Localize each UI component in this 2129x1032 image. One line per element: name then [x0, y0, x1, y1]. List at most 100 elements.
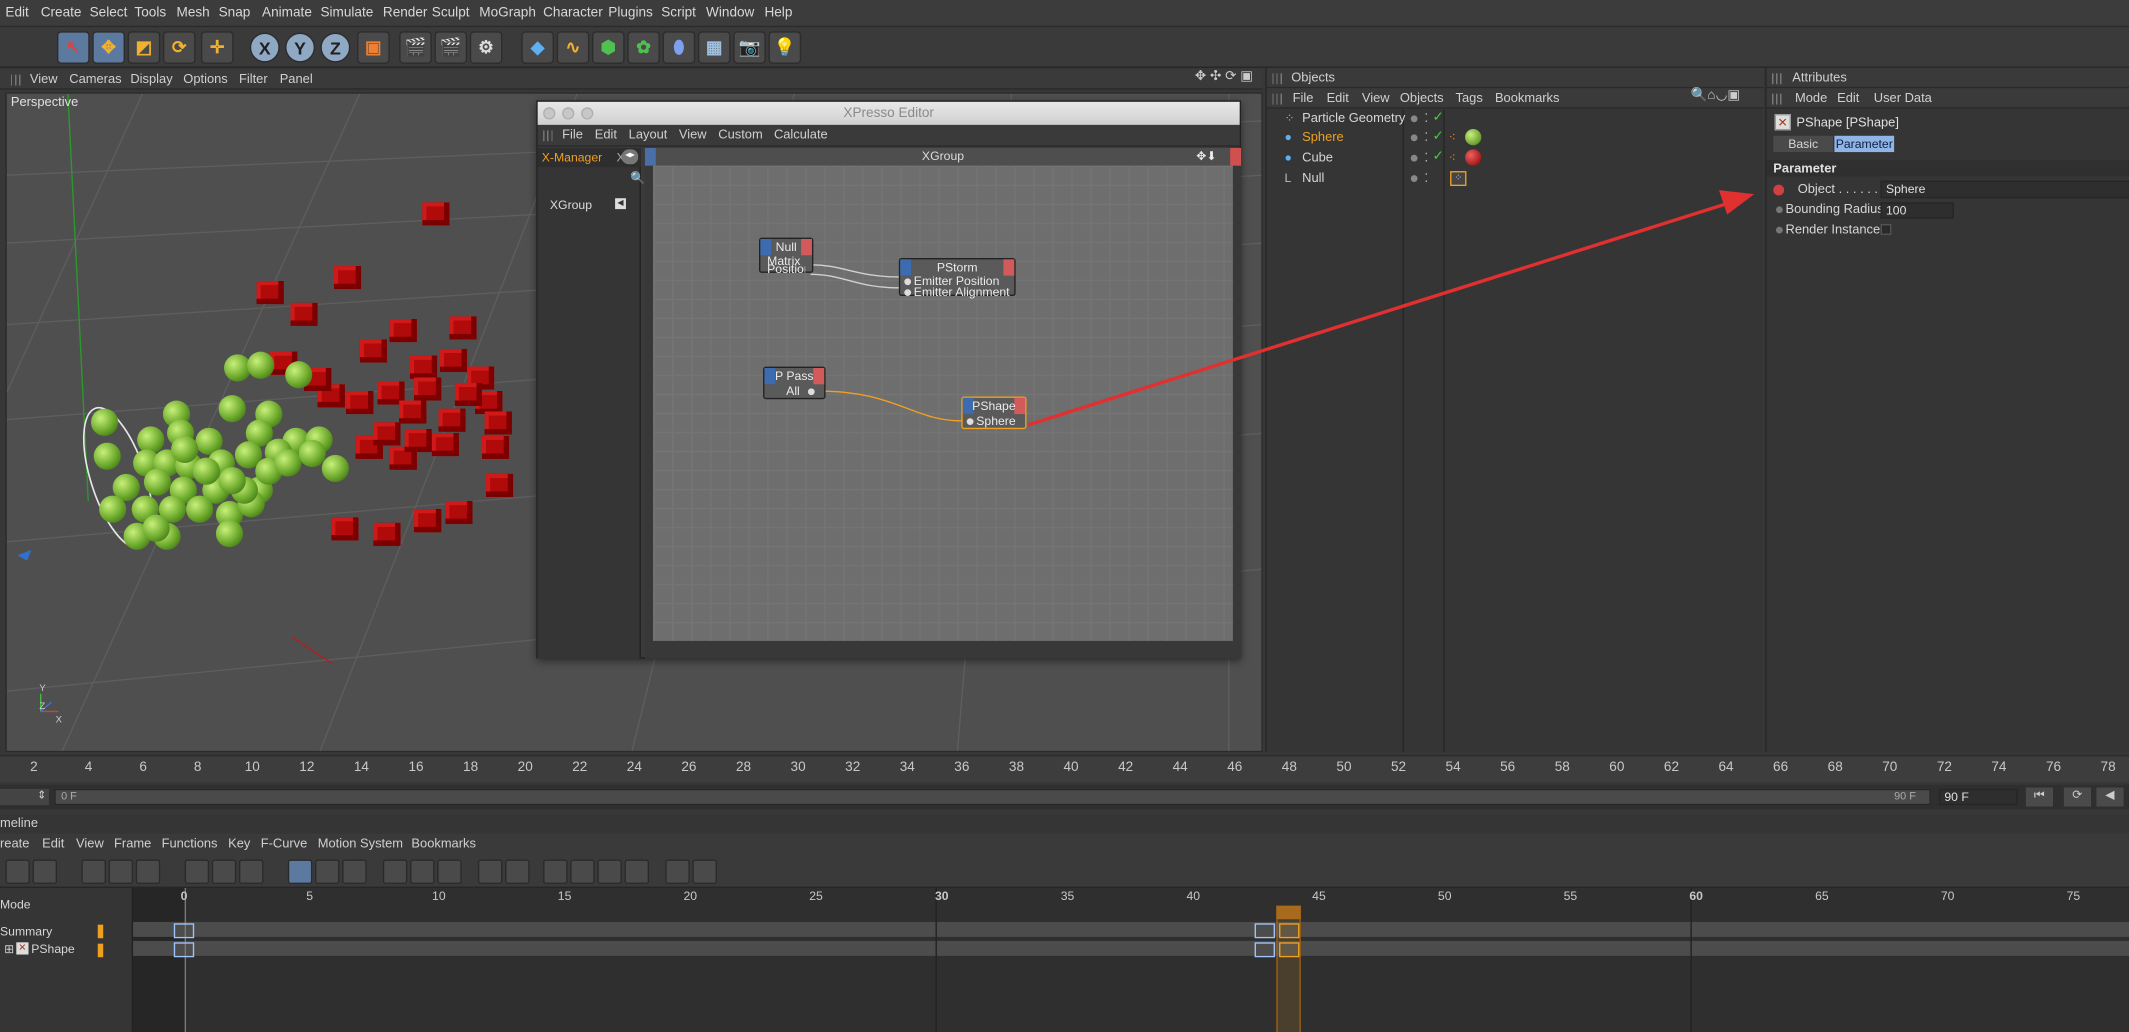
ruler-tick-label: 70: [1882, 760, 1898, 776]
ruler-tick-label: 40: [1063, 760, 1079, 776]
zero-length-icon[interactable]: [477, 859, 503, 884]
ruler-tick-label: 14: [353, 760, 369, 776]
keyframe-summary-start[interactable]: [173, 923, 195, 939]
pshape-solo-marker[interactable]: [97, 943, 104, 958]
expand-icon[interactable]: ⊞: [4, 942, 14, 957]
ruler-tick-label: 34: [899, 760, 915, 776]
ruler-tick-label: 60: [1609, 760, 1625, 776]
ruler-tick-label: 20: [517, 760, 533, 776]
ruler-tick-label: 24: [626, 760, 642, 776]
link-view-icon[interactable]: [135, 859, 161, 884]
linear-interp-icon[interactable]: [315, 859, 340, 884]
motion-mode-icon[interactable]: [81, 859, 106, 884]
timeline-tick-label: 50: [1437, 889, 1452, 903]
lock-tangent-icon[interactable]: [597, 859, 622, 884]
keyframe-summary-current[interactable]: [1279, 923, 1300, 939]
ruler-tick-label: 16: [408, 760, 424, 776]
record-key-icon[interactable]: [184, 859, 210, 884]
timeline-tick-label: 60: [1689, 889, 1703, 903]
timeline-menu-view[interactable]: View: [76, 836, 104, 851]
timeline-area[interactable]: Mode Summary ⊞ ✕ PShape 0 5 10 15 20 25 30 35 40…: [0, 888, 2129, 1032]
add-key-icon[interactable]: [211, 859, 237, 884]
key-mode-icon[interactable]: [5, 859, 30, 884]
keyframe-summary-mid[interactable]: [1254, 923, 1275, 939]
ruler-tick-label: 46: [1227, 760, 1243, 776]
lock-value-icon[interactable]: [570, 859, 595, 884]
timeline-row-summary[interactable]: Summary: [0, 925, 52, 939]
lock-time-icon[interactable]: [543, 859, 568, 884]
timeline-tick-label: 25: [809, 889, 823, 903]
ruler-tick-label: 48: [1281, 760, 1297, 776]
ruler-tick-label: 72: [1936, 760, 1952, 776]
ruler-tick-label: 22: [572, 760, 588, 776]
time-slider-bar: ⇕ 0 F 90 F 90 F ⏮ ⟳ ◀: [0, 784, 2129, 810]
go-to-start-icon[interactable]: ⏮: [2025, 787, 2053, 807]
keyframe-pshape-mid[interactable]: [1254, 942, 1275, 958]
delete-key-icon[interactable]: [238, 859, 264, 884]
loop-icon[interactable]: ⟳: [2063, 787, 2092, 807]
timeline-tick-label: 70: [1940, 889, 1955, 903]
spline-interp-icon[interactable]: [287, 859, 313, 884]
timeline-tick-label: 10: [432, 889, 446, 903]
ruler-tick-label: 74: [1991, 760, 2007, 776]
curve-view-icon[interactable]: [108, 859, 134, 884]
step-interp-icon[interactable]: [342, 859, 367, 884]
range-end-label: 90 F: [1894, 790, 1916, 803]
end-frame-input[interactable]: 90 F: [1938, 788, 2018, 806]
timeline-tick-label: 65: [1815, 889, 1829, 903]
ruler-tick-label: 2: [30, 760, 38, 776]
lock-length-icon[interactable]: [624, 859, 650, 884]
ruler-tick-label: 28: [735, 760, 752, 776]
timeline-tick-label: 40: [1186, 889, 1201, 903]
solo-track-icon[interactable]: [692, 859, 717, 884]
ruler-tick-label: 18: [463, 760, 479, 776]
timeline-title-bar: meline: [0, 814, 2129, 834]
ruler-tick-label: 68: [1827, 760, 1843, 776]
ruler-tick-label: 52: [1390, 760, 1407, 776]
timeline-tick-label: 5: [306, 889, 314, 903]
timeline-tick-label: 15: [557, 889, 572, 903]
ruler-tick-label: 4: [84, 760, 93, 776]
timeline-menu-key[interactable]: Key: [228, 836, 250, 851]
timeline-menu-f-curve[interactable]: F-Curve: [261, 836, 308, 851]
timeline-tick-label: 75: [2066, 889, 2081, 903]
ruler-tick-label: 62: [1663, 760, 1680, 776]
current-frame-stepper[interactable]: ⇕: [0, 788, 49, 806]
timeline-row-pshape[interactable]: PShape: [31, 942, 74, 956]
timeline-tick-label: 30: [934, 889, 949, 903]
mute-track-icon[interactable]: [665, 859, 690, 884]
timeline-tree: Mode Summary ⊞ ✕ PShape: [0, 888, 134, 1032]
keyframe-pshape-start[interactable]: [173, 942, 195, 958]
timeline-menu: reate Edit View Frame Functions Key F-Curve Mot…: [0, 833, 2129, 856]
ruler-tick-label: 26: [681, 760, 697, 776]
ruler-tick-label: 10: [244, 760, 260, 776]
ruler-tick-label: 8: [193, 760, 202, 776]
timeline-title: meline: [0, 816, 39, 831]
ease-both-icon[interactable]: [437, 859, 462, 884]
keyframe-pshape-current[interactable]: [1279, 942, 1300, 958]
timeline-menu-reate[interactable]: reate: [0, 836, 29, 851]
timeline-tick-label: 45: [1312, 889, 1326, 903]
ruler-tick-label: 50: [1336, 760, 1352, 776]
timeline-tick-label: 55: [1563, 889, 1578, 903]
summary-solo-marker[interactable]: [97, 924, 104, 939]
ruler-tick-label: 44: [1172, 760, 1188, 776]
preview-range-slider[interactable]: 0 F 90 F: [54, 788, 1931, 806]
timeline-menu-frame[interactable]: Frame: [114, 836, 151, 851]
step-back-icon[interactable]: ◀: [2096, 787, 2124, 807]
frame-ruler[interactable]: 2 4 6 8 10 12 14 16 18 20 22 24 26 28 30 32 34 36 38 40 42 44…: [0, 754, 2129, 783]
timeline-menu-motion-system[interactable]: Motion System: [318, 836, 403, 851]
ruler-tick-label: 56: [1500, 760, 1516, 776]
fcurve-mode-icon[interactable]: [32, 859, 58, 884]
timeline-tick-label: 0: [180, 889, 188, 903]
timeline-menu-edit[interactable]: Edit: [42, 836, 64, 851]
timeline-toolbar: [0, 855, 2129, 889]
ease-out-icon[interactable]: [410, 859, 435, 884]
timeline-menu-functions[interactable]: Functions: [162, 836, 218, 851]
zero-angle-icon[interactable]: [505, 859, 530, 884]
ruler-tick-label: 54: [1445, 760, 1461, 776]
ease-in-icon[interactable]: [382, 859, 408, 884]
timeline-menu-bookmarks[interactable]: Bookmarks: [411, 836, 476, 851]
ruler-tick-label: 66: [1773, 760, 1789, 776]
ruler-tick-label: 38: [1008, 760, 1024, 776]
